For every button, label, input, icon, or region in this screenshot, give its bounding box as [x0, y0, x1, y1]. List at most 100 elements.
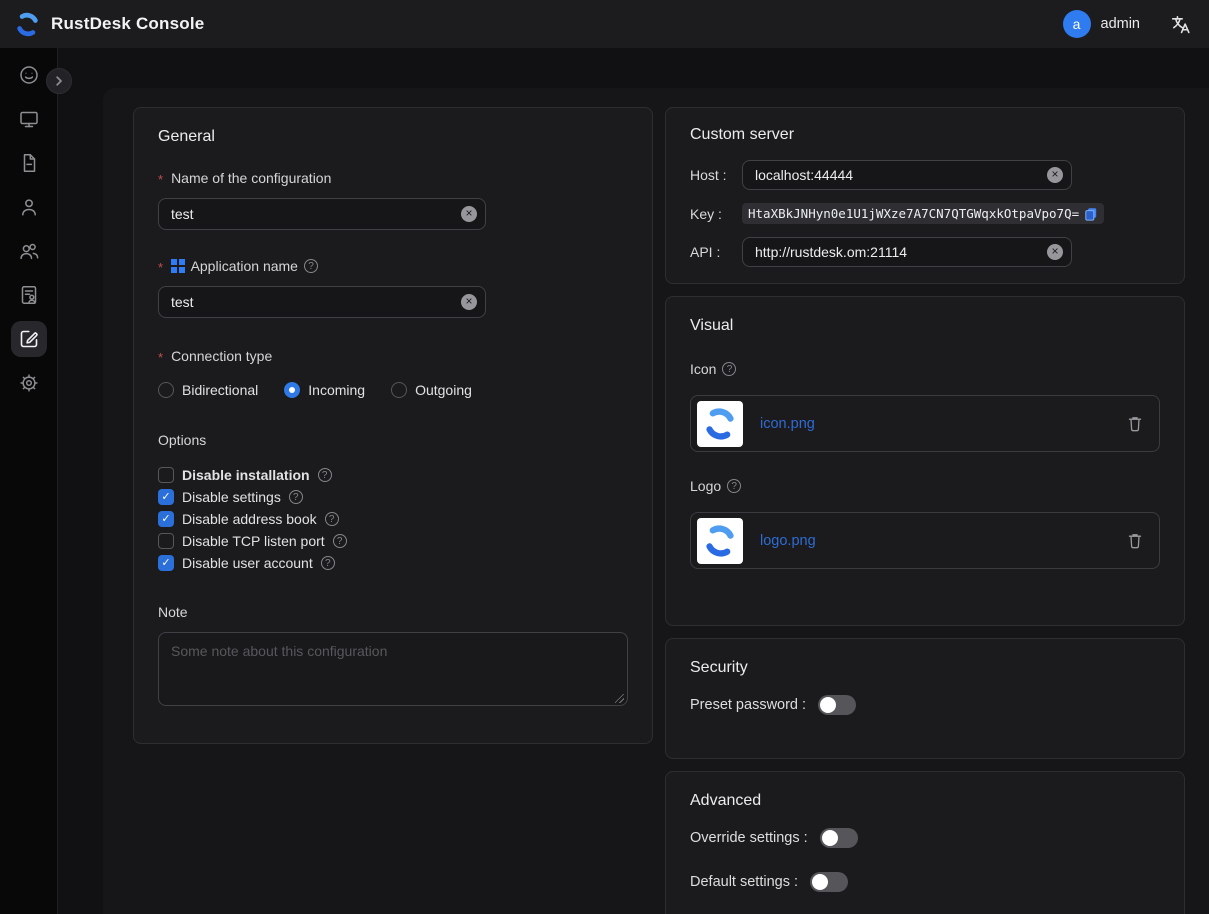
override-settings-toggle[interactable]: [820, 828, 858, 848]
delete-icon[interactable]: [1127, 532, 1143, 549]
clear-icon[interactable]: [461, 294, 477, 310]
help-icon[interactable]: [318, 468, 332, 482]
sidebar-item-settings[interactable]: [11, 365, 47, 401]
icon-file-link[interactable]: icon.png: [760, 416, 815, 432]
help-icon[interactable]: [321, 556, 335, 570]
key-value: HtaXBkJNHyn0e1U1jWXze7A7CN7QTGWqxkOtpaVp…: [748, 206, 1079, 221]
host-field: [742, 160, 1072, 190]
help-icon[interactable]: [304, 259, 318, 273]
document-icon: [18, 152, 40, 174]
clear-icon[interactable]: [1047, 244, 1063, 260]
sidebar-expand-button[interactable]: [46, 68, 72, 94]
sidebar: [0, 48, 58, 914]
document-user-icon: [18, 284, 40, 306]
logo-file-link[interactable]: logo.png: [760, 533, 816, 549]
override-settings-label: Override settings :: [690, 830, 808, 846]
clear-icon[interactable]: [461, 206, 477, 222]
logo-thumbnail: [697, 518, 743, 564]
copy-icon[interactable]: [1084, 207, 1098, 221]
radio-incoming[interactable]: Incoming: [284, 382, 365, 398]
checkbox-disable-user-account[interactable]: Disable user account: [158, 552, 628, 574]
api-input[interactable]: [742, 237, 1072, 267]
checkbox-box: [158, 467, 174, 483]
preset-password-row: Preset password :: [690, 695, 1160, 715]
note-textarea[interactable]: [158, 632, 628, 706]
help-icon[interactable]: [333, 534, 347, 548]
radio-dot: [158, 382, 174, 398]
sidebar-item-status[interactable]: [11, 57, 47, 93]
app-title: RustDesk Console: [51, 14, 204, 34]
app-name-field: [158, 286, 486, 318]
app-name-label: Application name: [158, 258, 628, 274]
top-bar: RustDesk Console a admin: [0, 0, 1209, 48]
radio-dot: [391, 382, 407, 398]
help-icon[interactable]: [325, 512, 339, 526]
sidebar-item-devices[interactable]: [11, 101, 47, 137]
avatar[interactable]: a: [1063, 10, 1091, 38]
options-group: Disable installation Disable settings Di…: [158, 464, 628, 574]
custom-server-title: Custom server: [690, 126, 1160, 144]
logo-upload-box: logo.png: [690, 512, 1160, 569]
help-icon[interactable]: [722, 362, 736, 376]
checkbox-disable-address-book[interactable]: Disable address book: [158, 508, 628, 530]
default-settings-row: Default settings :: [690, 872, 1160, 892]
key-row: Key : HtaXBkJNHyn0e1U1jWXze7A7CN7QTGWqxk…: [690, 203, 1160, 224]
api-field: [742, 237, 1072, 267]
default-settings-label: Default settings :: [690, 874, 798, 890]
delete-icon[interactable]: [1127, 415, 1143, 432]
sidebar-item-custom-clients[interactable]: [11, 321, 47, 357]
security-title: Security: [690, 659, 1160, 677]
group-icon: [18, 240, 40, 262]
logo-label: Logo: [690, 478, 1160, 494]
windows-logo-icon: [171, 259, 185, 273]
general-card: General Name of the configuration Applic…: [133, 107, 653, 744]
user-icon: [18, 196, 40, 218]
clear-icon[interactable]: [1047, 167, 1063, 183]
radio-dot: [284, 382, 300, 398]
key-value-pill: HtaXBkJNHyn0e1U1jWXze7A7CN7QTGWqxkOtpaVp…: [742, 203, 1104, 224]
app-body: General Name of the configuration Applic…: [0, 48, 1209, 914]
checkbox-disable-settings[interactable]: Disable settings: [158, 486, 628, 508]
override-settings-row: Override settings :: [690, 828, 1160, 848]
language-translate-icon[interactable]: [1170, 14, 1191, 35]
config-name-input[interactable]: [158, 198, 486, 230]
connection-type-group: Bidirectional Incoming Outgoing: [158, 382, 628, 398]
icon-upload-box: icon.png: [690, 395, 1160, 452]
gear-icon: [18, 372, 40, 394]
preset-password-toggle[interactable]: [818, 695, 856, 715]
host-row: Host :: [690, 160, 1160, 190]
host-input[interactable]: [742, 160, 1072, 190]
edit-icon: [18, 328, 40, 350]
visual-title: Visual: [690, 317, 1160, 335]
user-name[interactable]: admin: [1101, 16, 1141, 32]
smiley-status-icon: [18, 64, 40, 86]
sidebar-item-logs[interactable]: [11, 145, 47, 181]
default-settings-toggle[interactable]: [810, 872, 848, 892]
sidebar-item-users[interactable]: [11, 189, 47, 225]
sidebar-item-address-books[interactable]: [11, 277, 47, 313]
preset-password-label: Preset password :: [690, 697, 806, 713]
connection-type-label: Connection type: [158, 348, 628, 364]
custom-server-card: Custom server Host : Key : HtaXBkJNHyn0e…: [665, 107, 1185, 284]
advanced-card: Advanced Override settings : Default set…: [665, 771, 1185, 914]
advanced-title: Advanced: [690, 792, 1160, 810]
checkbox-box: [158, 511, 174, 527]
sidebar-item-groups[interactable]: [11, 233, 47, 269]
monitor-icon: [18, 108, 40, 130]
checkbox-box: [158, 489, 174, 505]
radio-outgoing[interactable]: Outgoing: [391, 382, 472, 398]
config-name-field: [158, 198, 486, 230]
app-name-input[interactable]: [158, 286, 486, 318]
checkbox-box: [158, 533, 174, 549]
help-icon[interactable]: [289, 490, 303, 504]
checkbox-disable-installation[interactable]: Disable installation: [158, 464, 628, 486]
rustdesk-logo-icon: [14, 11, 41, 38]
key-label: Key :: [690, 206, 742, 222]
help-icon[interactable]: [727, 479, 741, 493]
radio-bidirectional[interactable]: Bidirectional: [158, 382, 258, 398]
icon-thumbnail: [697, 401, 743, 447]
options-label: Options: [158, 432, 628, 448]
checkbox-disable-tcp-listen-port[interactable]: Disable TCP listen port: [158, 530, 628, 552]
brand: RustDesk Console: [14, 11, 204, 38]
api-label: API :: [690, 244, 742, 260]
